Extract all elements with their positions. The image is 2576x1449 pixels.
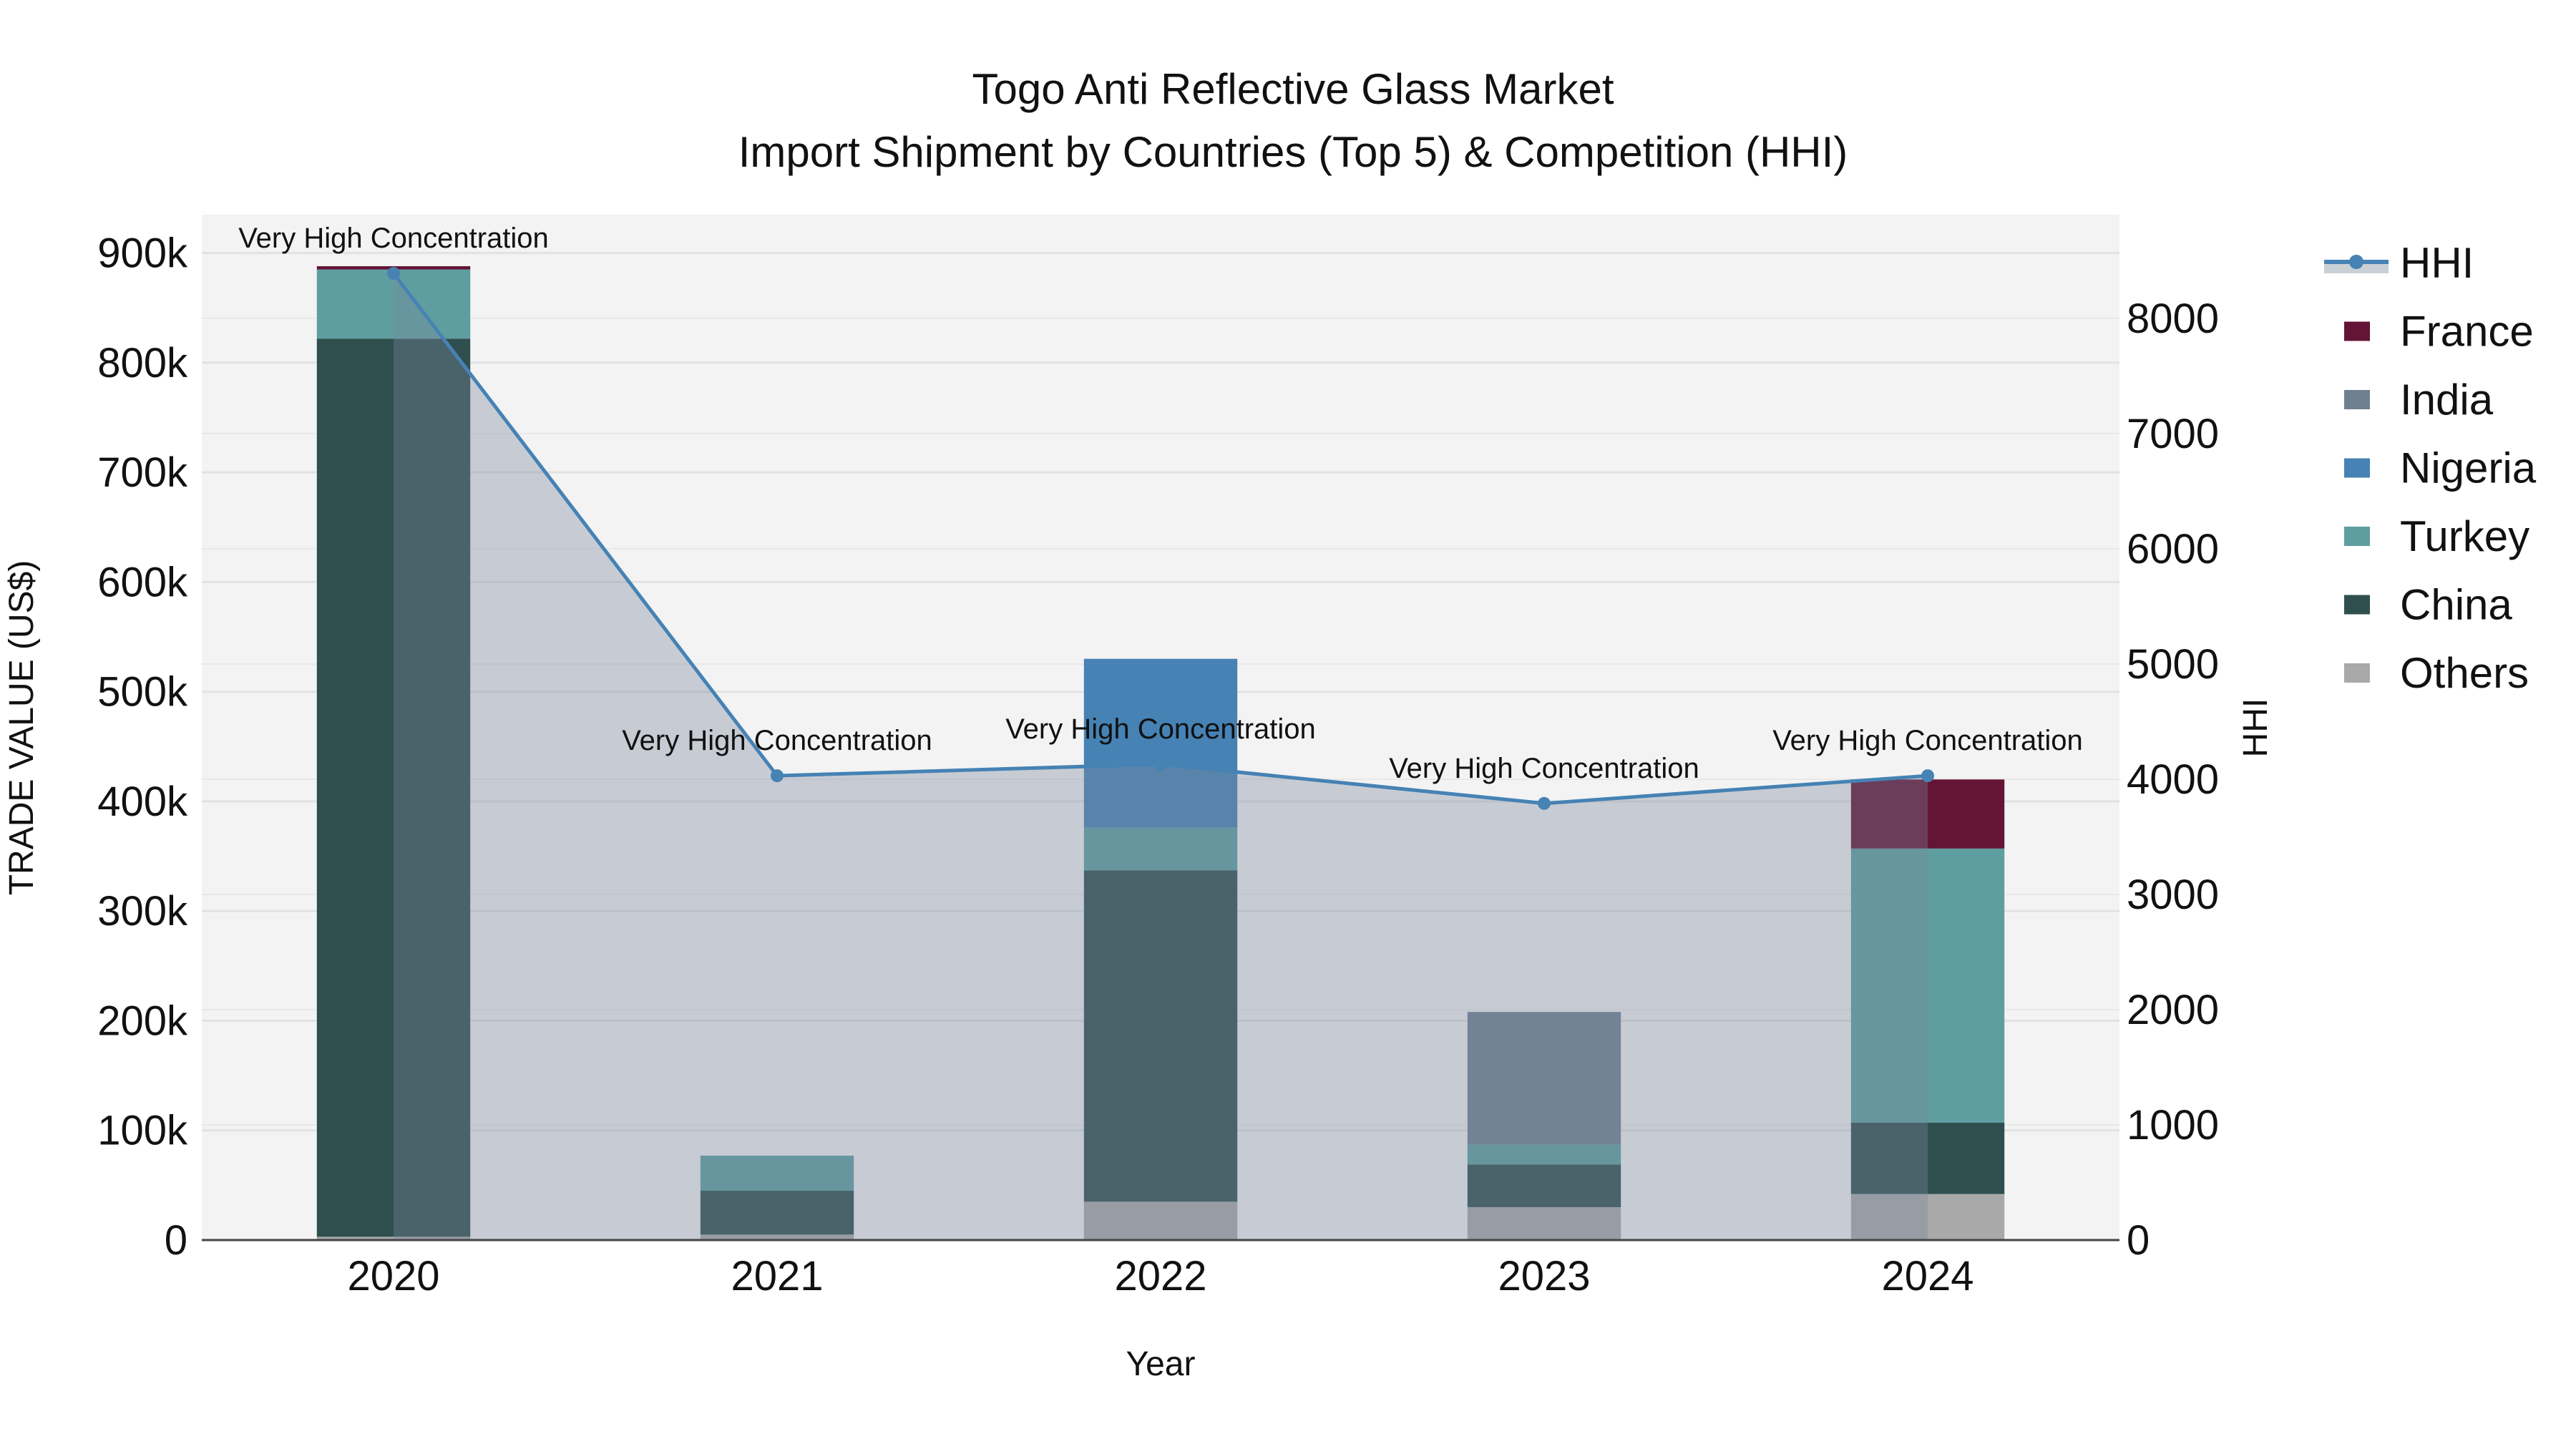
y-tick-label: 0 — [165, 1217, 187, 1264]
x-tick-label: 2021 — [731, 1253, 823, 1299]
hhi-annotation: Very High Concentration — [238, 223, 549, 254]
legend-hhi-marker — [2349, 255, 2363, 269]
y2-tick-label: 4000 — [2127, 756, 2219, 803]
hhi-point — [387, 267, 400, 280]
y-axis-ticks: 0 100k 200k 300k 400k 500k 600k 700k 800k 900k — [97, 230, 188, 1264]
x-axis-ticks: 2020 2021 2022 2023 2024 — [347, 1253, 1974, 1299]
hhi-annotation: Very High Concentration — [1005, 713, 1316, 745]
x-tick-label: 2020 — [347, 1253, 439, 1299]
chart-subtitle: Import Shipment by Countries (Top 5) & C… — [738, 128, 1848, 176]
y2-tick-label: 8000 — [2127, 296, 2219, 342]
hhi-annotation: Very High Concentration — [1389, 753, 1699, 784]
y-tick-label: 300k — [97, 888, 188, 935]
y2-axis-ticks: 0 1000 2000 3000 4000 5000 6000 7000 8000 — [2127, 296, 2219, 1264]
y-tick-label: 700k — [97, 449, 188, 496]
legend-label: Others — [2400, 649, 2529, 697]
hhi-annotation: Very High Concentration — [622, 725, 932, 756]
y2-tick-label: 3000 — [2127, 872, 2219, 918]
x-tick-label: 2022 — [1114, 1253, 1206, 1299]
legend-label: China — [2400, 581, 2512, 629]
x-tick-label: 2023 — [1498, 1253, 1590, 1299]
y-tick-label: 600k — [97, 559, 188, 605]
y-tick-label: 400k — [97, 779, 188, 825]
chart-title: Togo Anti Reflective Glass Market — [972, 65, 1614, 113]
x-axis-title: Year — [1126, 1345, 1196, 1383]
legend-label: Turkey — [2400, 512, 2529, 560]
legend-swatch-france — [2344, 321, 2370, 341]
legend-label: India — [2400, 376, 2494, 424]
y-tick-label: 800k — [97, 340, 188, 386]
chart: Very High Concentration Very High Concent… — [3, 65, 2537, 1383]
legend-label: HHI — [2400, 239, 2474, 287]
y2-axis-title: HHI — [2237, 698, 2275, 758]
y-tick-label: 100k — [97, 1108, 188, 1154]
hhi-point — [1538, 796, 1551, 810]
legend-swatch-india — [2344, 390, 2370, 409]
y2-tick-label: 6000 — [2127, 526, 2219, 572]
legend-swatch-nigeria — [2344, 458, 2370, 478]
legend-swatch-china — [2344, 595, 2370, 615]
x-tick-label: 2024 — [1881, 1253, 1974, 1299]
y2-tick-label: 7000 — [2127, 411, 2219, 457]
y-axis-title: TRADE VALUE (US$) — [3, 560, 41, 896]
y-tick-label: 900k — [97, 230, 188, 277]
y-tick-label: 200k — [97, 997, 188, 1044]
y2-tick-label: 1000 — [2127, 1102, 2219, 1148]
hhi-point — [1154, 758, 1167, 771]
hhi-point — [1921, 769, 1934, 783]
y2-tick-label: 0 — [2127, 1217, 2150, 1264]
legend: HHI France India Nigeria Turkey China Others — [2324, 239, 2537, 697]
legend-label: France — [2400, 308, 2534, 356]
legend-swatch-turkey — [2344, 527, 2370, 546]
legend-swatch-others — [2344, 663, 2370, 683]
legend-label: Nigeria — [2400, 444, 2537, 492]
y2-tick-label: 5000 — [2127, 641, 2219, 688]
y-tick-label: 500k — [97, 669, 188, 716]
y2-tick-label: 2000 — [2127, 987, 2219, 1033]
hhi-annotation: Very High Concentration — [1772, 725, 2083, 756]
hhi-point — [771, 769, 784, 783]
